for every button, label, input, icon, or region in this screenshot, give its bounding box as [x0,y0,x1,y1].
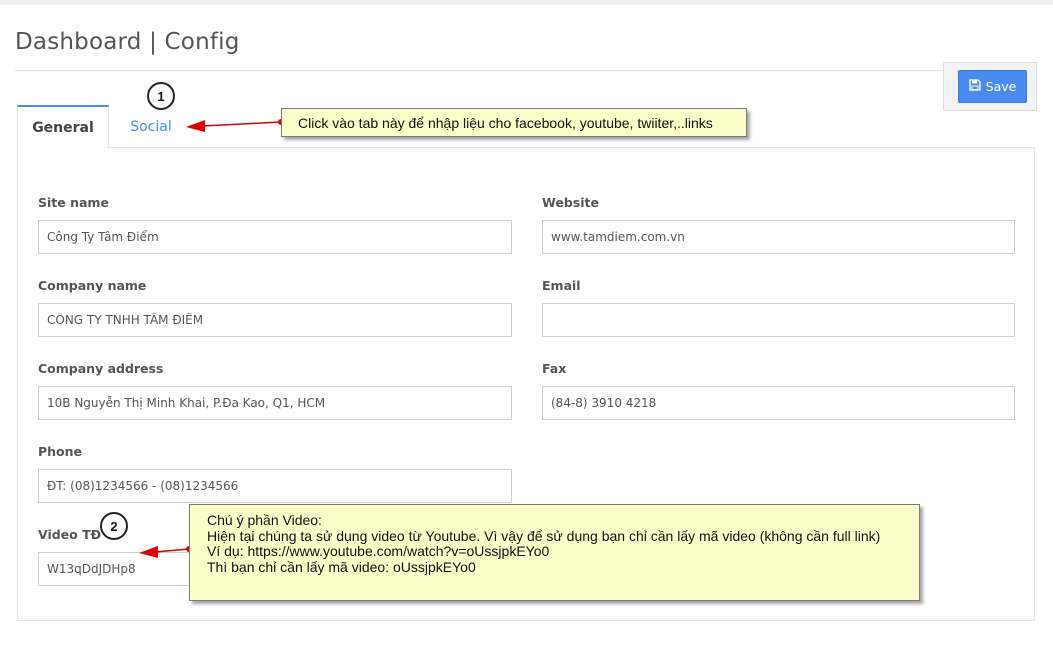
callout-line: Hiện tại chúng ta sử dụng video từ Youtu… [207,527,881,544]
company-address-label: Company address [38,361,164,376]
phone-input[interactable] [38,469,512,503]
fax-input[interactable] [542,386,1015,420]
phone-label: Phone [38,444,83,459]
company-name-input[interactable] [38,303,512,337]
company-address-input[interactable] [38,386,512,420]
video-label: Video TĐ [38,527,102,542]
annotation-marker-2: 2 [100,512,128,540]
callout-line: Chú ý phần Video: [207,512,322,528]
site-name-label: Site name [38,195,109,210]
title-divider [15,70,1038,71]
email-label: Email [542,278,581,293]
save-button[interactable]: Save [958,70,1027,103]
toolbar: Save [943,62,1037,111]
callout-line: Ví dụ: https://www.youtube.com/watch?v=o… [207,543,550,559]
email-input[interactable] [542,303,1015,337]
callout-line: Thì bạn chỉ cần lấy mã video: oUssjpkEYo… [207,558,476,575]
top-bar [0,0,1053,5]
tabs-divider [109,147,1035,148]
floppy-disk-icon [969,79,981,94]
arrow-to-social-tab [186,119,284,132]
website-label: Website [542,195,599,210]
save-button-label: Save [985,79,1017,94]
tab-social[interactable]: Social [120,112,182,142]
annotation-marker-1: 1 [147,82,175,110]
company-name-label: Company name [38,278,147,293]
site-name-input[interactable] [38,220,512,254]
tab-general[interactable]: General [17,105,109,148]
website-input[interactable] [542,220,1015,254]
callout-social-tab: Click vào tab này để nhập liệu cho faceb… [281,108,747,137]
callout-video-note: Chú ý phần Video: Hiện tại chúng ta sử d… [189,504,920,601]
page-title: Dashboard | Config [15,29,240,55]
fax-label: Fax [542,361,567,376]
